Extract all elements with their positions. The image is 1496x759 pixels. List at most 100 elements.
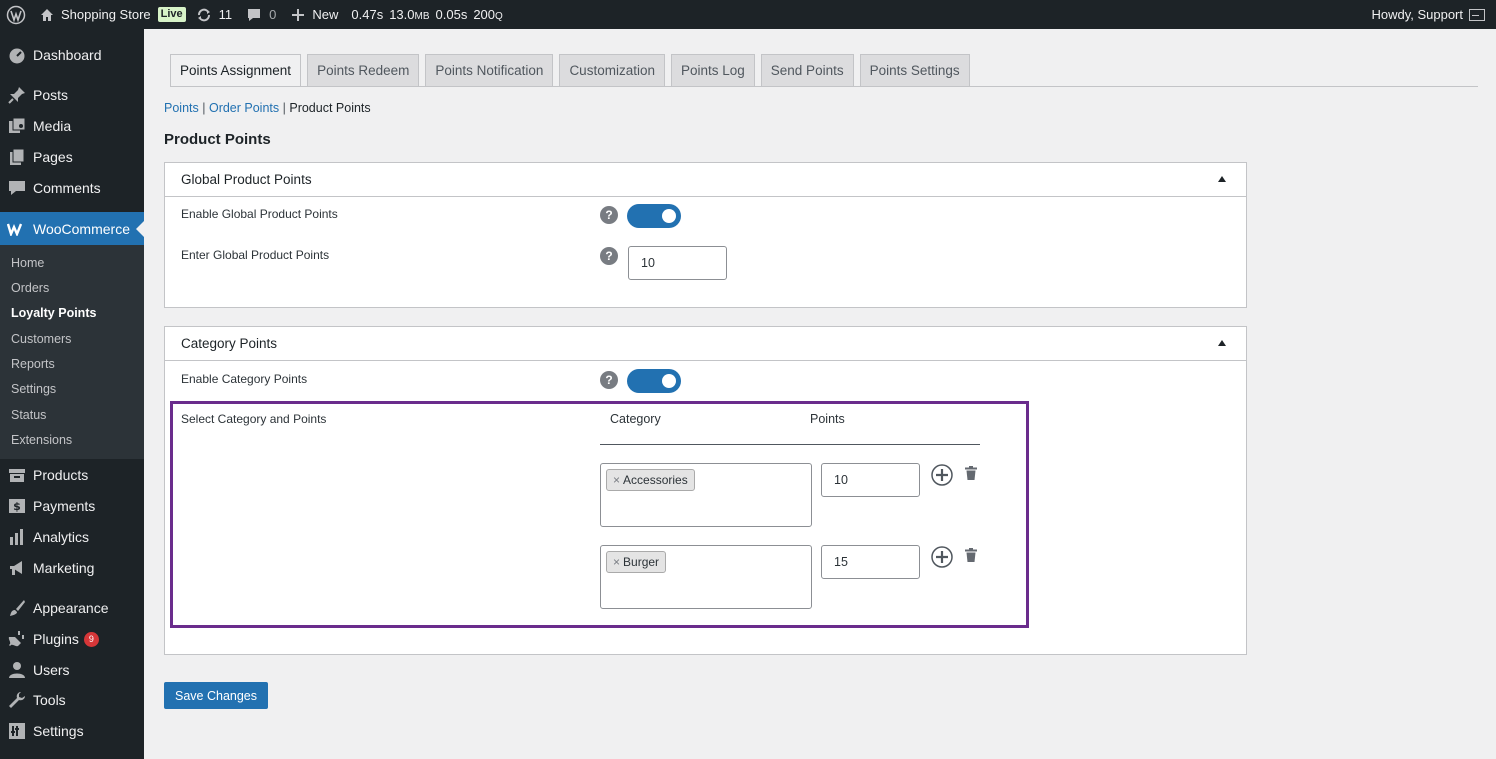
menu-users[interactable]: Users [0,658,144,682]
tab-points-settings[interactable]: Points Settings [859,54,970,87]
menu-plugins[interactable]: Plugins 9 [0,627,144,651]
chip-remove-icon[interactable]: × [613,555,620,569]
panel-header[interactable]: Global Product Points [165,163,1246,197]
menu-label: Plugins [33,631,79,647]
tab-points-log[interactable]: Points Log [670,54,755,87]
help-icon[interactable]: ? [600,247,618,265]
menu-products[interactable]: Products [0,463,144,487]
category-chip: × Burger [606,551,667,573]
menu-label: Appearance [33,600,109,616]
enable-global-label: Enable Global Product Points [181,207,338,221]
menu-appearance[interactable]: Appearance [0,596,144,620]
add-row-icon[interactable] [931,464,953,486]
menu-marketing[interactable]: Marketing [0,556,144,580]
stat-memory: 13.0MB [389,7,430,22]
tab-send-points[interactable]: Send Points [760,54,854,87]
menu-analytics[interactable]: Analytics [0,525,144,549]
menu-label: Payments [33,498,96,514]
live-badge: Live [157,7,186,22]
avatar [1469,8,1485,21]
updates-menu[interactable]: 11 [196,0,232,29]
subnav-separator: | [202,101,206,115]
menu-woocommerce[interactable]: WooCommerce [0,212,144,245]
dashboard-icon [7,45,27,65]
submenu-status[interactable]: Status [11,408,46,422]
enable-global-toggle[interactable] [627,204,681,228]
category-select[interactable]: × Accessories [600,463,812,527]
site-name: Shopping Store [61,7,151,22]
category-points-panel: Category Points Enable Category Points ?… [164,326,1247,655]
wordpress-logo-icon [6,5,26,24]
payments-icon: $ [7,496,27,516]
svg-text:$: $ [13,500,21,513]
panel-header[interactable]: Category Points [165,327,1246,361]
menu-dashboard[interactable]: Dashboard [0,43,144,67]
trash-icon[interactable] [965,548,977,562]
paintbrush-icon [7,598,27,618]
tab-divider [170,86,1478,87]
collapse-arrow-icon[interactable] [1218,340,1226,346]
column-header-points: Points [810,412,845,426]
menu-tools[interactable]: Tools [0,688,144,712]
submenu-customers[interactable]: Customers [11,332,71,346]
help-icon[interactable]: ? [600,206,618,224]
global-points-label: Enter Global Product Points [181,248,330,262]
chip-label: Accessories [623,473,688,487]
submenu-settings[interactable]: Settings [11,382,56,396]
menu-settings[interactable]: Settings [0,719,144,743]
tab-points-notification[interactable]: Points Notification [425,54,554,87]
panel-title: Category Points [181,336,278,351]
page-title: Product Points [164,131,271,148]
tab-points-assignment[interactable]: Points Assignment [170,54,302,87]
menu-label: WooCommerce [33,220,130,237]
subnav-order-points-link[interactable]: Order Points [209,101,279,115]
home-icon [41,8,53,21]
enable-category-toggle[interactable] [627,369,681,393]
site-name-menu[interactable]: Shopping Store Live [40,0,186,29]
pages-icon [7,147,27,167]
help-icon[interactable]: ? [600,371,618,389]
category-points-input[interactable]: 15 [821,545,920,579]
enable-category-label: Enable Category Points [181,372,308,386]
menu-comments[interactable]: Comments [0,176,144,200]
new-content-menu[interactable]: New [292,0,338,29]
woocommerce-submenu: Home Orders Loyalty Points Customers Rep… [0,245,144,459]
save-changes-button[interactable]: Save Changes [164,682,269,709]
menu-posts[interactable]: Posts [0,83,144,107]
category-select[interactable]: × Burger [600,545,812,609]
plugin-icon [7,629,27,649]
collapse-arrow-icon[interactable] [1218,176,1226,182]
plus-icon [292,8,305,21]
subnav-points-link[interactable]: Points [164,101,199,115]
chip-remove-icon[interactable]: × [613,473,620,487]
query-monitor-stats[interactable]: 0.47s 13.0MB 0.05s 200Q [351,0,502,29]
megaphone-icon [7,558,27,578]
menu-pages[interactable]: Pages [0,145,144,169]
analytics-icon [7,527,27,547]
submenu-reports[interactable]: Reports [11,357,55,371]
menu-label: Pages [33,149,73,165]
global-product-points-panel: Global Product Points Enable Global Prod… [164,162,1247,308]
submenu-home[interactable]: Home [11,256,44,270]
select-category-label: Select Category and Points [181,412,327,426]
global-points-input[interactable]: 10 [628,246,727,280]
menu-payments[interactable]: $ Payments [0,494,144,518]
submenu-orders[interactable]: Orders [11,281,49,295]
comments-menu[interactable]: 0 [246,0,276,29]
my-account-menu[interactable]: Howdy, Support [1371,0,1485,29]
menu-media[interactable]: Media [0,114,144,138]
toggle-knob [662,374,676,388]
submenu-loyalty-points[interactable]: Loyalty Points [11,306,96,320]
trash-icon[interactable] [965,466,977,480]
category-points-input[interactable]: 10 [821,463,920,497]
stat-queries: 200Q [473,7,503,22]
wordpress-logo-menu[interactable] [6,0,26,29]
add-row-icon[interactable] [931,546,953,568]
main-content: Points Assignment Points Redeem Points N… [144,29,1496,759]
submenu-extensions[interactable]: Extensions [11,433,72,447]
howdy-text: Howdy, Support [1371,7,1463,22]
column-header-divider [600,444,980,445]
panel-title: Global Product Points [181,172,312,187]
tab-customization[interactable]: Customization [559,54,665,87]
tab-points-redeem[interactable]: Points Redeem [307,54,420,87]
